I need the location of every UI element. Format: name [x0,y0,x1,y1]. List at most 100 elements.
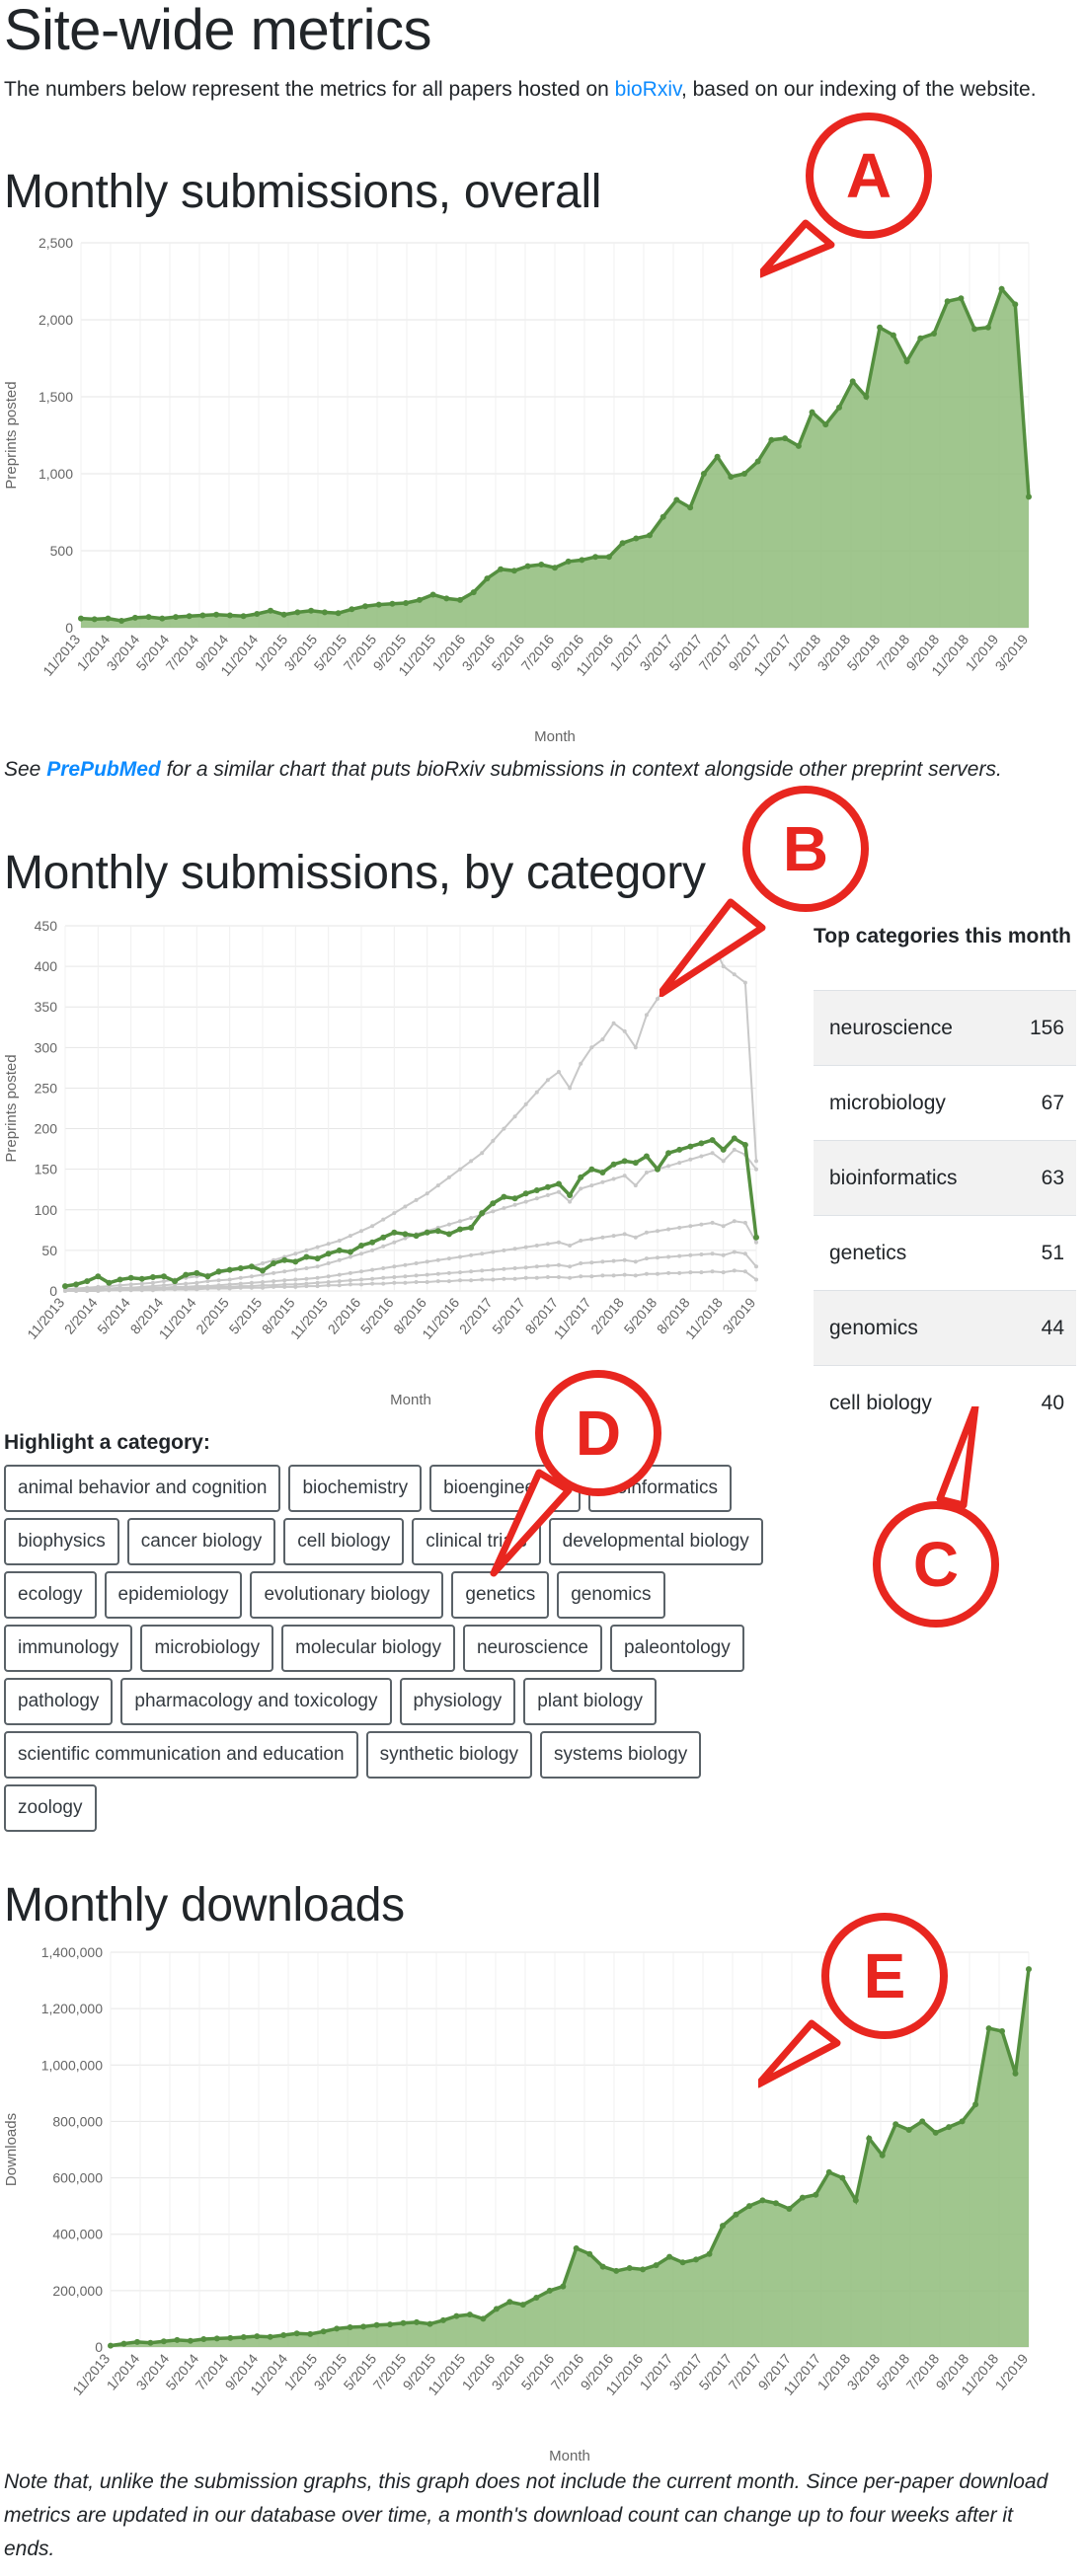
y-axis-label: Downloads [3,2113,20,2186]
data-point [545,1263,550,1268]
data-point [204,1273,211,1280]
data-point [238,1285,243,1290]
data-point [304,1284,309,1289]
category-chip[interactable]: epidemiology [104,1571,243,1619]
data-point [315,1245,320,1250]
data-point [348,1278,352,1283]
category-chip[interactable]: plant biology [523,1678,657,1725]
category-chip[interactable]: pathology [4,1678,114,1725]
data-point [315,1264,320,1269]
category-chip[interactable]: molecular biology [281,1625,455,1672]
data-point [458,1167,462,1172]
data-point [754,1240,758,1245]
category-chip[interactable]: zoology [4,1784,97,1832]
data-point [147,2339,154,2346]
data-point [589,1183,594,1188]
category-chip[interactable]: genomics [557,1571,665,1619]
data-point [435,1183,440,1188]
callout-a-letter: A [846,140,892,211]
data-point [502,1206,506,1211]
data-point [754,1264,758,1269]
data-point [600,1037,605,1042]
data-point [849,378,856,385]
category-chip[interactable]: bioinformatics [587,1465,732,1512]
data-point [946,2124,953,2131]
data-point [782,435,789,442]
category-chip[interactable]: animal behavior and cognition [4,1465,281,1512]
data-point [261,1261,265,1265]
category-chip[interactable]: evolutionary biology [250,1571,444,1619]
callout-c: C [873,1406,999,1628]
data-point [440,2316,446,2323]
data-point [589,1274,594,1279]
data-point [557,1189,561,1194]
category-chip[interactable]: systems biology [540,1731,702,1779]
data-point [613,2267,620,2274]
category-chip[interactable]: bioengineering [429,1465,581,1512]
data-point [183,1271,190,1278]
data-point [732,972,737,977]
data-point [506,2299,513,2306]
data-point [659,513,666,520]
data-point [621,1158,628,1165]
data-point [879,2152,886,2159]
category-chip[interactable]: biophysics [4,1518,119,1565]
data-point [337,1239,342,1243]
data-point [579,1061,583,1066]
prepubmed-link[interactable]: PrePubMed [46,758,161,781]
y-tick-label: 1,200,000 [41,2001,103,2016]
x-tick-label: 5/2018 [621,1294,660,1336]
category-chip[interactable]: scientific communication and education [4,1731,358,1779]
overall-submissions-chart: 05001,0001,5002,0002,50011/20131/20143/2… [3,235,1032,745]
data-point [446,1279,451,1284]
category-chip[interactable]: synthetic biology [365,1731,533,1779]
data-point [403,1274,408,1279]
data-point [813,2191,819,2198]
data-point [370,1248,375,1252]
data-point [579,557,585,564]
downloads-note: Note that, unlike the submission graphs,… [4,2470,1048,2560]
category-chip[interactable]: developmental biology [548,1518,763,1565]
category-chip[interactable]: genetics [451,1571,550,1619]
data-point [238,1275,243,1280]
biorxiv-link[interactable]: bioRxiv [615,78,681,101]
category-chip[interactable]: physiology [399,1678,516,1725]
data-point [293,1277,298,1282]
data-point [589,1045,594,1050]
data-point [457,596,463,603]
data-point [502,1266,506,1271]
category-chip[interactable]: cell biology [283,1518,405,1565]
y-tick-label: 450 [35,918,58,934]
category-chip[interactable]: biochemistry [288,1465,423,1512]
data-point [600,1179,605,1184]
category-chip[interactable]: clinical trials [412,1518,541,1565]
data-point [822,421,829,428]
data-point [502,1126,506,1131]
data-point [226,1266,233,1273]
data-point [213,611,220,618]
data-point [280,2332,287,2338]
category-chip[interactable]: paleontology [609,1625,744,1672]
data-point [568,1244,573,1248]
category-chip[interactable]: cancer biology [126,1518,276,1565]
data-point [173,614,179,621]
data-point [314,1255,321,1262]
data-point [337,1257,342,1262]
data-point [557,1240,561,1245]
data-point [903,358,910,365]
category-chip[interactable]: neuroscience [462,1625,602,1672]
data-point [557,1275,561,1279]
data-point [578,1174,584,1180]
x-tick-label: 5/2014 [94,1294,133,1336]
data-point [959,2118,966,2125]
y-tick-label: 50 [41,1243,57,1258]
data-point [369,1239,376,1246]
data-point [534,1264,539,1269]
data-point [358,1243,364,1249]
data-point [434,1228,441,1235]
data-point [710,1151,715,1156]
category-chip[interactable]: pharmacology and toxicology [120,1678,392,1725]
category-chip[interactable]: microbiology [140,1625,274,1672]
category-chip[interactable]: immunology [4,1625,133,1672]
category-chip[interactable]: ecology [4,1571,97,1619]
